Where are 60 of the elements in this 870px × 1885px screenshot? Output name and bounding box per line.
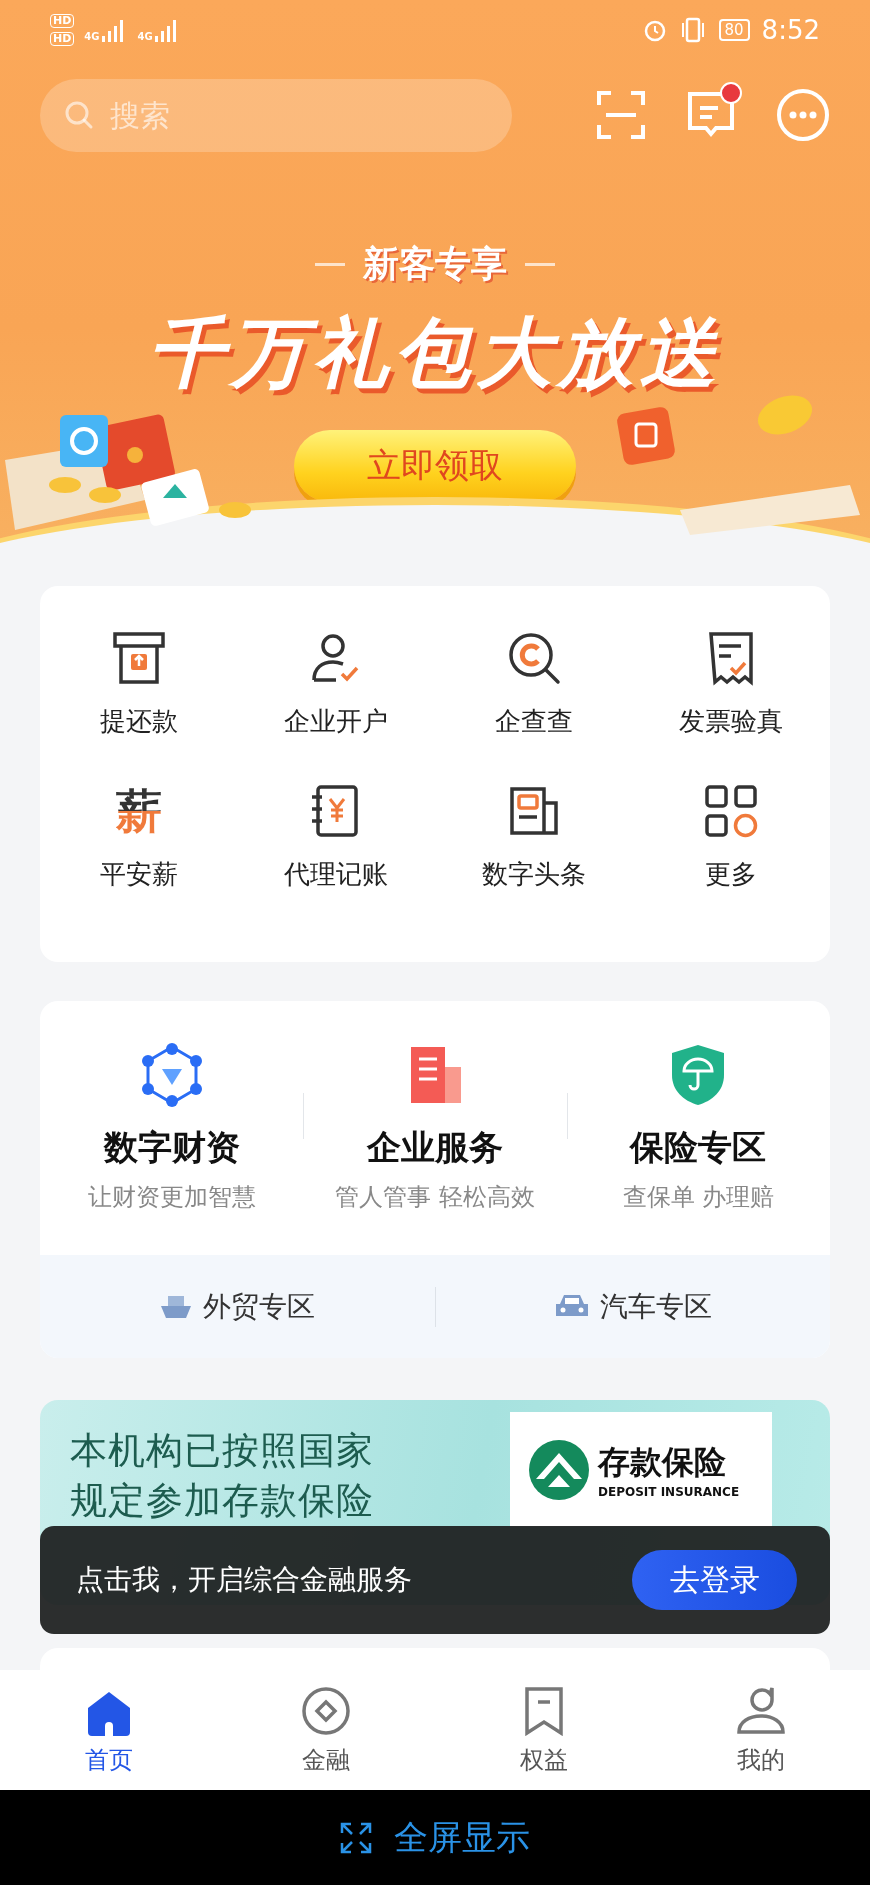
quick-action-label: 更多 [705,858,758,891]
service-subtitle: 管人管事 轻松高效 [335,1182,535,1213]
login-prompt-text: 点击我，开启综合金融服务 [76,1562,412,1598]
expand-icon [340,1821,372,1854]
service-title: 企业服务 [367,1126,503,1169]
service-tile[interactable]: 企业服务 管人管事 轻松高效 [303,1043,567,1213]
quick-action-label: 提还款 [99,705,178,738]
network-label: 4G [84,31,100,42]
quick-action[interactable]: 数字头条 [435,779,633,892]
quick-action[interactable]: 代理记账 [237,779,435,892]
bookmark-icon [523,1686,564,1736]
login-button[interactable]: 去登录 [632,1550,797,1610]
banner-text: 规定参加存款保险 [70,1478,374,1524]
service-tile[interactable]: 数字财资 让财资更加智慧 [40,1043,304,1213]
tab[interactable]: 我的 [652,1670,870,1790]
banner-tag: 新客专享 [363,240,507,289]
service-subtitle: 让财资更加智慧 [87,1182,256,1213]
quick-action[interactable]: 提还款 [40,626,238,739]
message-icon[interactable] [686,90,736,140]
network-icon [139,1043,204,1107]
search-icon [64,99,94,130]
zone-link[interactable]: 外贸专区 [40,1286,435,1327]
logo-subtitle: DEPOSIT INSURANCE [598,1484,740,1499]
login-toast[interactable]: 点击我，开启综合金融服务 去登录 [40,1526,830,1634]
tab[interactable]: 金融 [217,1670,435,1790]
zone-label: 外贸专区 [203,1288,316,1325]
network-label: 4G [137,31,153,42]
more-icon[interactable] [776,88,830,142]
quick-action-label: 数字头条 [481,858,586,891]
sim-label: HD [50,14,75,28]
quick-action-label: 发票验真 [679,705,784,738]
scan-icon[interactable] [596,90,646,140]
person-icon [736,1686,787,1736]
alarm-icon [642,18,667,42]
banner-title: 千万礼包大放送 [148,307,722,399]
quick-action[interactable]: 更多 [632,779,830,892]
tab[interactable]: 首页 [0,1670,218,1790]
service-title: 保险专区 [630,1126,767,1169]
fullscreen-button[interactable]: 全屏显示 [334,1813,536,1862]
clock-time: 8:52 [761,15,820,45]
service-subtitle: 查保单 办理赔 [622,1182,775,1213]
quick-action[interactable]: 发票验真 [632,626,830,739]
quick-action[interactable]: 企业开户 [237,626,435,739]
quick-action-label: 代理记账 [284,858,389,891]
quick-action-label: 平安薪 [99,858,178,891]
quick-action[interactable]: 薪 平安薪 [40,779,238,892]
service-tile[interactable]: 保险专区 查保单 办理赔 [566,1043,830,1213]
service-title: 数字财资 [103,1126,240,1169]
logo-title: 存款保险 [598,1441,727,1483]
quick-action[interactable]: 企查查 [435,626,633,739]
tab[interactable]: 权益 [435,1670,653,1790]
battery-level: 80 [718,19,750,41]
zone-label: 汽车专区 [599,1288,712,1325]
sim-label: HD [50,32,75,46]
quick-action-label: 企业开户 [284,705,389,738]
quick-action-label: 企查查 [494,705,573,738]
coin-icon [301,1686,352,1736]
zone-link[interactable]: 汽车专区 [434,1286,830,1327]
mountain-logo-icon [528,1438,590,1501]
banner-text: 本机构已按照国家 [70,1428,374,1474]
